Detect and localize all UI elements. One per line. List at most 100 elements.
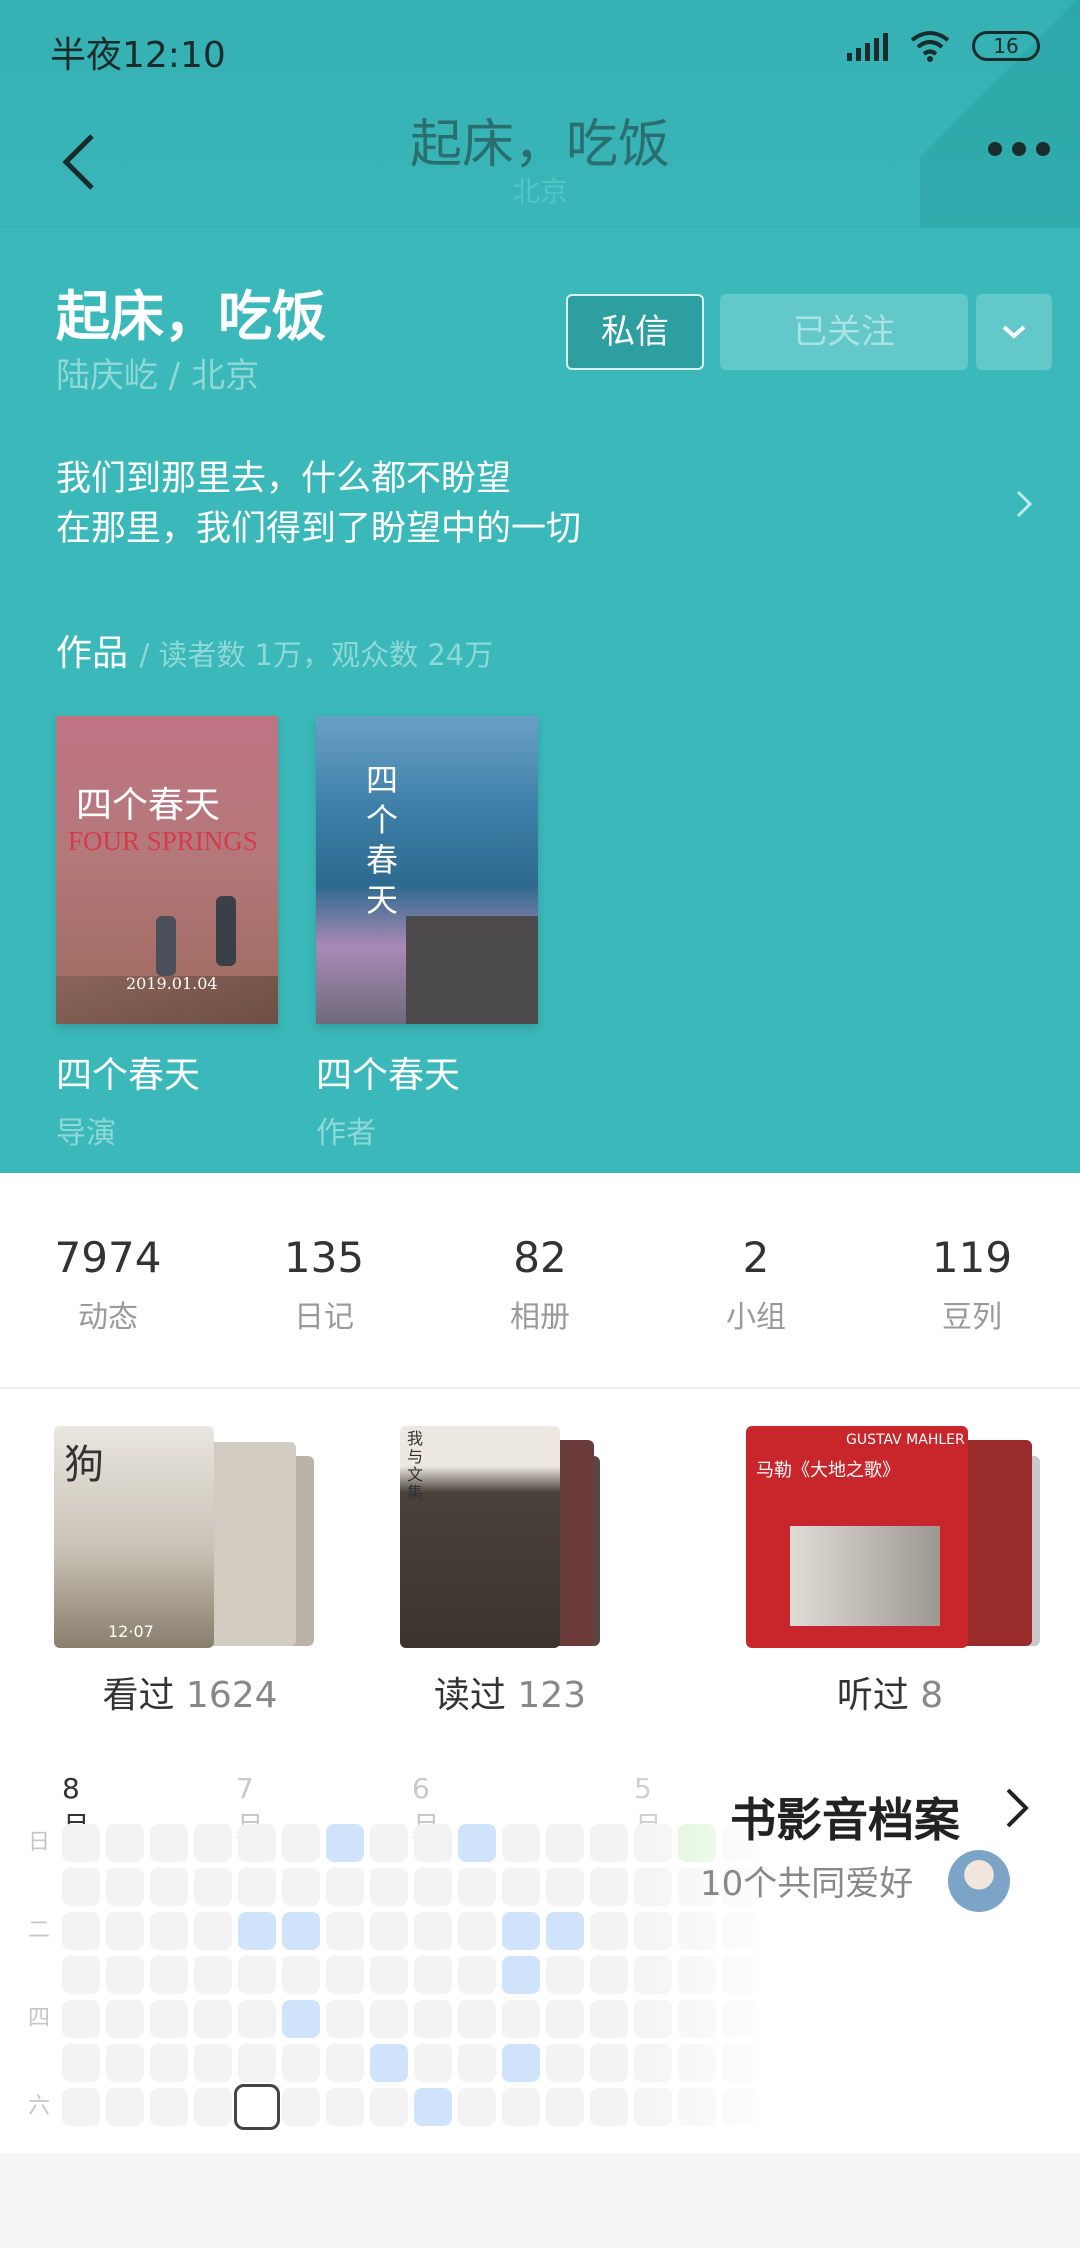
calendar-cell bbox=[194, 2000, 232, 2038]
stat-item[interactable]: 119 豆列 bbox=[864, 1173, 1080, 1387]
calendar-cell bbox=[194, 1956, 232, 1994]
calendar-cell bbox=[282, 2000, 320, 2038]
cover-stack: 我与文集 bbox=[360, 1426, 660, 1652]
calendar-cell bbox=[150, 1912, 188, 1950]
follow-dropdown-button[interactable] bbox=[976, 294, 1052, 370]
chevron-down-icon bbox=[1002, 325, 1026, 339]
calendar-cell bbox=[238, 2000, 276, 2038]
common-interests[interactable]: 10个共同爱好 bbox=[700, 1856, 913, 1905]
archive-title[interactable]: 书影音档案 bbox=[730, 1784, 960, 1850]
calendar-cell bbox=[106, 1956, 144, 1994]
stat-item[interactable]: 7974 动态 bbox=[0, 1173, 216, 1387]
stat-number: 2 bbox=[742, 1233, 770, 1282]
calendar-cell bbox=[238, 1824, 276, 1862]
media-watched[interactable]: 狗 12·07 看过 1624 bbox=[40, 1426, 340, 1718]
more-icon[interactable] bbox=[988, 142, 1050, 156]
media-count: 123 bbox=[517, 1675, 587, 1716]
work-item[interactable]: 四个春天 四个春天 作者 bbox=[316, 716, 538, 1152]
works-title: 作品 bbox=[56, 633, 129, 674]
calendar-cell bbox=[458, 2044, 496, 2082]
stat-item[interactable]: 82 相册 bbox=[432, 1173, 648, 1387]
calendar-cell bbox=[62, 2000, 100, 2038]
calendar-cell bbox=[106, 1912, 144, 1950]
calendar-cell bbox=[238, 1956, 276, 1994]
work-title: 四个春天 bbox=[316, 1055, 461, 1096]
media-label: 看过 1624 bbox=[40, 1666, 340, 1718]
calendar-cell bbox=[326, 1956, 364, 1994]
calendar-cell bbox=[106, 1824, 144, 1862]
poster-date: 2019.01.04 bbox=[126, 974, 218, 993]
calendar-cell bbox=[546, 1912, 584, 1950]
calendar-cell bbox=[370, 1912, 408, 1950]
weekday-label: 六 bbox=[28, 2094, 51, 2119]
cover-back bbox=[960, 1440, 1032, 1646]
stat-label: 日记 bbox=[294, 1300, 354, 1335]
calendar-cell bbox=[326, 2044, 364, 2082]
media-read[interactable]: 我与文集 读过 123 bbox=[360, 1426, 660, 1718]
media-count: 1624 bbox=[185, 1675, 278, 1716]
calendar-cell bbox=[414, 2088, 452, 2126]
poster-figures bbox=[156, 916, 176, 976]
work-title: 四个春天 bbox=[56, 1055, 201, 1096]
status-bar: 半夜12:10 16 bbox=[0, 0, 1080, 96]
calendar-cell bbox=[458, 2000, 496, 2038]
stat-item[interactable]: 2 小组 bbox=[648, 1173, 864, 1387]
message-button[interactable]: 私信 bbox=[566, 294, 704, 370]
media-count: 8 bbox=[920, 1675, 944, 1716]
avatar[interactable] bbox=[948, 1850, 1010, 1912]
weekday-label: 二 bbox=[28, 1918, 51, 1943]
bio[interactable]: 我们到那里去，什么都不盼望 在那里，我们得到了盼望中的一切 bbox=[56, 454, 956, 554]
calendar-cell bbox=[414, 1868, 452, 1906]
stat-label: 动态 bbox=[78, 1300, 138, 1335]
calendar-cell bbox=[150, 1824, 188, 1862]
calendar-cell bbox=[502, 1912, 540, 1950]
calendar-cell bbox=[62, 2088, 100, 2126]
calendar-cell bbox=[502, 1824, 540, 1862]
calendar-cell bbox=[546, 1868, 584, 1906]
cover-title: 狗 bbox=[64, 1442, 104, 1488]
poster-title: 四个春天 bbox=[366, 761, 399, 919]
poster-four-springs[interactable]: 四个春天 FOUR SPRINGS 2019.01.04 bbox=[56, 716, 278, 1024]
activity-calendar: 8月 7月 6月 5月 日 二 四 六 书影音档案 10个共同爱好 bbox=[0, 1760, 1080, 2160]
work-role: 作者 bbox=[316, 1116, 376, 1151]
calendar-cell bbox=[62, 1956, 100, 1994]
poster-title: 四个春天 bbox=[76, 785, 221, 826]
stat-label: 相册 bbox=[510, 1300, 570, 1335]
follow-button[interactable]: 已关注 bbox=[720, 294, 968, 370]
calendar-cell bbox=[62, 1868, 100, 1906]
stat-item[interactable]: 135 日记 bbox=[216, 1173, 432, 1387]
chevron-right-icon[interactable] bbox=[1014, 488, 1034, 520]
calendar-cell bbox=[282, 2088, 320, 2126]
calendar-cell bbox=[502, 1956, 540, 1994]
calendar-cell bbox=[546, 2044, 584, 2082]
calendar-cell bbox=[150, 2088, 188, 2126]
work-item[interactable]: 四个春天 FOUR SPRINGS 2019.01.04 四个春天 导演 bbox=[56, 716, 278, 1152]
calendar-cell bbox=[150, 1956, 188, 1994]
calendar-cell bbox=[370, 2000, 408, 2038]
status-icons: 16 bbox=[847, 30, 1040, 62]
cover-photo bbox=[790, 1526, 940, 1626]
cover-title: 马勒《大地之歌》 bbox=[756, 1460, 900, 1481]
nav-bar: 起床，吃饭 北京 bbox=[0, 96, 1080, 228]
calendar-cell bbox=[326, 2088, 364, 2126]
calendar-cell bbox=[106, 2088, 144, 2126]
calendar-cell bbox=[150, 1868, 188, 1906]
nav-subtitle: 北京 bbox=[511, 175, 568, 208]
calendar-cell bbox=[414, 2000, 452, 2038]
calendar-cell bbox=[282, 1824, 320, 1862]
poster-en-title: FOUR SPRINGS bbox=[68, 826, 258, 856]
cover-stack: 狗 12·07 bbox=[40, 1426, 340, 1652]
calendar-cell bbox=[458, 1868, 496, 1906]
weekday-label: 四 bbox=[28, 2006, 51, 2031]
calendar-cell bbox=[370, 2088, 408, 2126]
calendar-cell bbox=[546, 2088, 584, 2126]
chevron-right-icon[interactable] bbox=[1004, 1786, 1030, 1830]
calendar-cell bbox=[458, 1956, 496, 1994]
works-stats: / 读者数 1万，观众数 24万 bbox=[139, 638, 494, 672]
media-listened[interactable]: GUSTAV MAHLER 马勒《大地之歌》 听过 8 bbox=[740, 1426, 1040, 1718]
poster-four-springs-book[interactable]: 四个春天 bbox=[316, 716, 538, 1024]
bio-line: 我们到那里去，什么都不盼望 bbox=[56, 459, 512, 499]
calendar-cell bbox=[62, 1824, 100, 1862]
signal-icon bbox=[847, 31, 888, 61]
poster-house bbox=[406, 916, 538, 1024]
